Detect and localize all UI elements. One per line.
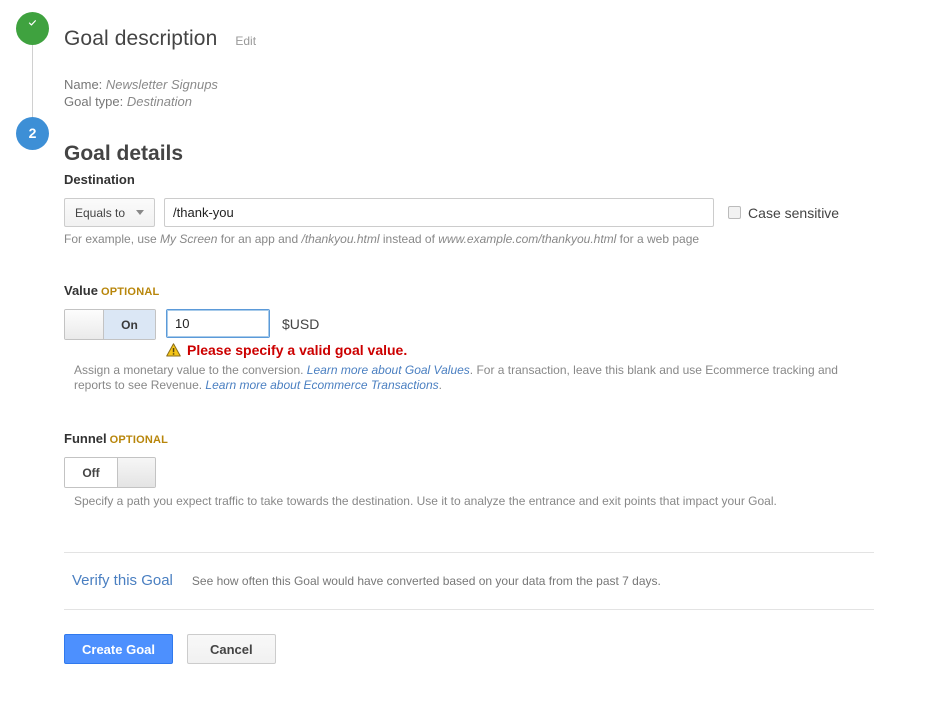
- chevron-down-icon: [136, 210, 145, 215]
- destination-help-part-4: for a web page: [616, 232, 700, 246]
- ecommerce-transactions-learn-more-link[interactable]: Learn more about Ecommerce Transactions: [205, 378, 438, 392]
- destination-help-part-1: For example, use: [64, 232, 161, 246]
- create-goal-button[interactable]: Create Goal: [64, 634, 173, 664]
- value-amount-input[interactable]: [166, 309, 270, 338]
- destination-input[interactable]: [164, 198, 715, 227]
- destination-help-part-3: instead of: [379, 232, 439, 246]
- funnel-toggle[interactable]: Off: [64, 457, 156, 488]
- destination-help-part-2: for an app and: [217, 232, 302, 246]
- funnel-toggle-state-label: Off: [65, 458, 117, 487]
- goal-type-value: Destination: [126, 93, 192, 109]
- goal-name-row: Name: Newsletter Signups: [64, 76, 664, 93]
- cancel-button[interactable]: Cancel: [186, 634, 276, 664]
- value-row: On $USD Please specify a valid goal valu…: [64, 309, 874, 358]
- goal-name-label: Name:: [64, 76, 103, 92]
- value-toggle-knob: [65, 310, 103, 339]
- verify-section: Verify this Goal See how often this Goal…: [64, 552, 874, 610]
- funnel-label: Funnel: [64, 431, 107, 446]
- goal-type-row: Goal type: Destination: [64, 93, 664, 110]
- value-optional-badge: OPTIONAL: [100, 286, 160, 298]
- funnel-toggle-knob: [117, 458, 155, 487]
- value-label-row: Value OPTIONAL: [64, 283, 874, 298]
- match-type-dropdown[interactable]: Equals to: [64, 198, 156, 227]
- step-rail: 2: [16, 12, 50, 150]
- step-1-status-icon: [16, 12, 49, 45]
- goal-values-learn-more-link[interactable]: Learn more about Goal Values: [307, 363, 470, 377]
- checkbox-box-icon: [728, 206, 742, 219]
- destination-block: Destination Equals to Case sensitive For…: [64, 172, 874, 247]
- goal-details-form: Destination Equals to Case sensitive For…: [64, 172, 874, 664]
- destination-row: Equals to Case sensitive: [64, 198, 874, 227]
- value-help-text: Assign a monetary value to the conversio…: [74, 363, 874, 393]
- destination-label: Destination: [64, 172, 135, 187]
- goal-type-label: Goal type:: [64, 93, 124, 109]
- value-amount-group: $USD Please specify a valid goal value.: [166, 309, 407, 358]
- edit-goal-description-link[interactable]: Edit: [235, 34, 256, 48]
- currency-label: $USD: [282, 315, 320, 332]
- destination-help-text: For example, use My Screen for an app an…: [64, 232, 874, 247]
- destination-help-example-2: /thankyou.html: [301, 232, 380, 246]
- value-error-message: Please specify a valid goal value.: [166, 342, 407, 358]
- funnel-label-row: Funnel OPTIONAL: [64, 431, 874, 446]
- funnel-optional-badge: OPTIONAL: [109, 434, 169, 446]
- case-sensitive-checkbox[interactable]: Case sensitive: [728, 205, 839, 221]
- value-block: ValueOPTIONAL On $USD Please specify: [64, 283, 874, 393]
- value-label: Value: [64, 283, 98, 298]
- funnel-help-text: Specify a path you expect traffic to tak…: [74, 494, 777, 508]
- warning-triangle-icon: [166, 343, 181, 357]
- value-toggle-state-label: On: [103, 310, 155, 339]
- form-actions: Create Goal Cancel: [64, 634, 874, 664]
- goal-details-title: Goal details: [64, 142, 184, 166]
- match-type-selected-value: Equals to: [75, 205, 126, 220]
- verify-bottom-divider: [64, 609, 874, 610]
- value-toggle[interactable]: On: [64, 309, 156, 340]
- goal-name-value: Newsletter Signups: [105, 76, 218, 92]
- destination-help-example-3: www.example.com/thankyou.html: [438, 232, 617, 246]
- step-2-number-badge: 2: [16, 117, 49, 150]
- value-help-part-1: Assign a monetary value to the conversio…: [74, 363, 307, 377]
- value-help-part-3: .: [438, 378, 442, 392]
- case-sensitive-label: Case sensitive: [748, 204, 840, 221]
- destination-help-example-1: My Screen: [160, 232, 218, 246]
- goal-description-title: Goal description: [64, 27, 218, 51]
- value-amount-row: $USD: [166, 309, 407, 338]
- verify-this-goal-link[interactable]: Verify this Goal: [72, 572, 173, 589]
- goal-description-section: Goal description Edit Name: Newsletter Si…: [64, 10, 664, 110]
- funnel-block: Funnel OPTIONAL Off Specify a path you ex…: [64, 431, 874, 509]
- verify-note-text: See how often this Goal would have conve…: [191, 574, 661, 588]
- verify-row: Verify this Goal See how often this Goal…: [64, 553, 874, 609]
- value-error-text: Please specify a valid goal value.: [187, 342, 408, 358]
